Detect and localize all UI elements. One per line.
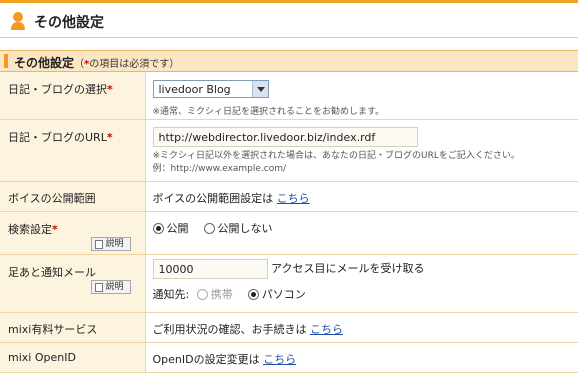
row-footprint: 足あと通知メール 説明 10000 アクセス目にメールを受け取る 通知先: 携帯… [0,254,578,313]
blog-select[interactable]: livedoor Blog [152,80,269,98]
footprint-count-input[interactable]: 10000 [152,259,268,279]
search-private-label: 公開しない [217,222,273,235]
blog-url-example: 例：http://www.example.com/ [152,164,287,174]
blog-select-value: livedoor Blog [158,83,231,96]
footprint-suffix: アクセス目にメールを受け取る [271,262,425,275]
document-icon [94,240,103,249]
row-voice: ボイスの公開範囲 ボイスの公開範囲設定は こちら [0,181,578,212]
search-label: 検索設定* 説明 [0,211,146,255]
chevron-down-icon[interactable] [251,81,268,97]
document-icon [94,283,103,292]
paid-service-link[interactable]: こちら [310,323,343,336]
search-explain-button[interactable]: 説明 [90,237,131,251]
blog-select-hint: ※通常、ミクシィ日記を選択されることをお勧めします。 [152,107,385,117]
person-icon [11,12,25,30]
openid-label: mixi OpenID [0,342,146,373]
page-header: その他設定 [0,0,578,38]
notify-pc-radio[interactable] [247,289,259,300]
search-private-radio[interactable] [203,223,215,234]
footprint-explain-button[interactable]: 説明 [90,280,131,294]
voice-settings-link[interactable]: こちら [277,192,310,205]
blog-url-label: 日記・ブログのURL* [0,119,146,182]
voice-label: ボイスの公開範囲 [0,181,146,212]
row-search: 検索設定* 説明 公開 公開しない [0,211,578,255]
required-note: （*の項目は必須です） [74,59,180,70]
section-title: その他設定（*の項目は必須です） [14,56,180,70]
blog-url-input[interactable]: http://webdirector.livedoor.biz/index.rd… [152,127,418,147]
page-title: その他設定 [34,15,104,31]
row-openid: mixi OpenID OpenIDの設定変更は こちら [0,342,578,373]
notify-label: 通知先: [152,288,190,301]
row-paid-service: mixi有料サービス ご利用状況の確認、お手続きは こちら [0,312,578,343]
search-public-radio[interactable] [152,223,164,234]
openid-settings-link[interactable]: こちら [263,353,296,366]
notify-pc-label: パソコン [261,288,306,301]
footprint-label: 足あと通知メール 説明 [0,254,146,313]
notify-mobile-radio[interactable] [196,289,208,300]
openid-text: OpenIDの設定変更は [152,353,260,366]
section-header: その他設定（*の項目は必須です） [0,50,578,72]
paid-service-text: ご利用状況の確認、お手続きは [152,323,307,336]
row-blog-url: 日記・ブログのURL* http://webdirector.livedoor.… [0,119,578,182]
notify-mobile-label: 携帯 [210,288,233,301]
blog-url-hint: ※ミクシィ日記以外を選択された場合は、あなたの日記・ブログのURLをご記入くださ… [152,151,520,161]
row-blog-select: 日記・ブログの選択* livedoor Blog ※通常、ミクシィ日記を選択され… [0,72,578,120]
section-accent [4,54,8,68]
paid-service-label: mixi有料サービス [0,312,146,343]
search-public-label: 公開 [166,222,189,235]
blog-select-label: 日記・ブログの選択* [0,72,146,120]
voice-text: ボイスの公開範囲設定は [152,192,274,205]
settings-form: 日記・ブログの選択* livedoor Blog ※通常、ミクシィ日記を選択され… [0,72,578,373]
